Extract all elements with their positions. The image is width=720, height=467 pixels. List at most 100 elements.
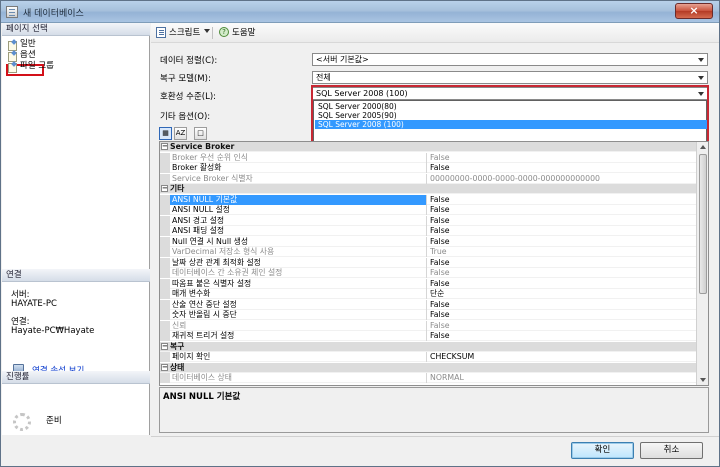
property-row[interactable]: 재귀적 트리거 설정 False	[160, 331, 696, 341]
property-name: ANSI NULL 설정	[172, 205, 230, 214]
database-icon	[6, 6, 18, 18]
page-icon	[8, 51, 17, 62]
collapse-icon[interactable]: −	[161, 363, 168, 371]
close-button[interactable]: ×	[675, 3, 713, 19]
property-row[interactable]: 데이터베이스 상태 NORMAL	[160, 373, 696, 383]
property-row[interactable]: 숫자 반올림 시 중단 False	[160, 310, 696, 320]
help-icon: ?	[219, 27, 229, 37]
property-category-row[interactable]: − 상태	[160, 362, 696, 373]
category-name: 복구	[170, 341, 185, 351]
recovery-model-select[interactable]: 전체	[312, 71, 708, 84]
description-title: ANSI NULL 기본값	[163, 392, 241, 402]
property-name: 페이지 확인	[172, 352, 211, 361]
property-row[interactable]: 날짜 상관 관계 최적화 설정 False	[160, 257, 696, 268]
property-name: ANSI NULL 기본값	[170, 194, 426, 205]
property-row[interactable]: ANSI NULL 설정 False	[160, 205, 696, 215]
help-button[interactable]: ? 도움말	[218, 26, 255, 40]
other-options-label: 기타 옵션(O):	[160, 112, 211, 122]
progress-status: 준비	[46, 416, 62, 426]
server-value: HAYATE-PC	[11, 299, 57, 309]
property-name: 따옴표 붙은 식별자 설정	[172, 278, 252, 288]
property-value[interactable]: True	[426, 247, 696, 257]
script-dropdown-icon[interactable]	[204, 29, 210, 33]
page-icon	[8, 62, 17, 73]
property-row[interactable]: Broker 우선 순위 인식 False	[160, 152, 696, 163]
page-filegroups[interactable]: 파일 그룹	[7, 61, 54, 73]
row-gutter	[160, 173, 170, 184]
property-value[interactable]: False	[426, 205, 696, 215]
property-value[interactable]: False	[426, 320, 696, 331]
ok-button[interactable]: 확인	[571, 442, 634, 459]
chevron-down-icon	[698, 76, 704, 80]
property-category-row[interactable]: − 기타	[160, 184, 696, 194]
property-value[interactable]: False	[426, 194, 696, 205]
left-navigation-pane: 페이지 선택 일반 옵션 파일 그룹 연결 서버: HAYATE-PC 연결: …	[2, 23, 150, 435]
page-options[interactable]: 옵션	[7, 50, 36, 62]
property-row[interactable]: 페이지 확인 CHECKSUM	[160, 352, 696, 362]
scroll-down-icon[interactable]	[700, 378, 706, 382]
progress-spinner-icon	[13, 413, 31, 431]
property-row[interactable]: Service Broker 식별자 00000000-0000-0000-000…	[160, 173, 696, 184]
row-gutter	[160, 320, 170, 331]
property-value[interactable]: NORMAL	[426, 373, 696, 383]
page-general[interactable]: 일반	[7, 39, 36, 51]
collapse-icon[interactable]: −	[161, 143, 168, 150]
options-page: 스크립트 ? 도움말 데이터 정렬(C): <서버 기본값> 복구 모델(M):…	[151, 23, 719, 435]
scroll-up-icon[interactable]	[700, 145, 706, 149]
property-row[interactable]: ANSI 패딩 설정 False	[160, 226, 696, 236]
scroll-thumb[interactable]	[699, 154, 707, 294]
property-pages-button[interactable]: □	[194, 127, 207, 140]
property-value[interactable]: False	[426, 257, 696, 268]
property-grid: − Service Broker Broker 우선 순위 인식 False Broke…	[159, 141, 709, 386]
window-title: 새 데이터베이스	[23, 9, 84, 19]
property-value[interactable]: False	[426, 299, 696, 310]
property-row[interactable]: 매개 변수화 단순	[160, 289, 696, 299]
property-value[interactable]: False	[426, 163, 696, 173]
categorized-view-button[interactable]: ▦	[159, 127, 172, 140]
property-value[interactable]: False	[426, 152, 696, 163]
property-row[interactable]: 따옴표 붙은 식별자 설정 False	[160, 278, 696, 289]
property-value[interactable]: False	[426, 215, 696, 226]
alphabetical-view-button[interactable]: AZ	[174, 127, 187, 140]
property-name: 데이터베이스 간 소유권 체인 설정	[172, 268, 283, 277]
title-bar[interactable]: 새 데이터베이스 ×	[1, 1, 719, 23]
property-name: 재귀적 트리거 설정	[172, 331, 235, 340]
property-value[interactable]: False	[426, 268, 696, 278]
description-panel: ANSI NULL 기본값	[159, 387, 709, 433]
property-name: Null 연결 시 Null 생성	[172, 236, 248, 246]
cancel-button[interactable]: 취소	[640, 442, 703, 459]
collapse-icon[interactable]: −	[161, 342, 168, 350]
property-row[interactable]: VarDecimal 저장소 형식 사용 True	[160, 247, 696, 257]
property-value[interactable]: False	[426, 236, 696, 247]
collation-select[interactable]: <서버 기본값>	[312, 53, 708, 66]
script-button[interactable]: 스크립트	[155, 26, 200, 40]
property-row[interactable]: ANSI NULL 기본값 False	[160, 194, 696, 205]
property-value[interactable]: CHECKSUM	[426, 352, 696, 362]
property-value[interactable]: False	[426, 310, 696, 320]
property-value[interactable]: False	[426, 331, 696, 341]
compatibility-highlight	[311, 85, 709, 148]
property-value[interactable]: False	[426, 226, 696, 236]
property-row[interactable]: 신뢰 False	[160, 320, 696, 331]
property-row[interactable]: ANSI 경고 설정 False	[160, 215, 696, 226]
property-value[interactable]: False	[426, 278, 696, 289]
page-label-filegroups: 파일 그룹	[20, 61, 54, 71]
property-category-row[interactable]: − Service Broker	[160, 142, 696, 152]
category-name: 상태	[170, 362, 185, 372]
collapse-icon[interactable]: −	[161, 185, 168, 192]
property-row[interactable]: 산술 연산 중단 설정 False	[160, 299, 696, 310]
property-row[interactable]: Broker 활성화 False	[160, 163, 696, 173]
property-row[interactable]: 데이터베이스 간 소유권 체인 설정 False	[160, 268, 696, 278]
collation-label: 데이터 정렬(C):	[160, 56, 218, 66]
row-gutter	[160, 163, 170, 173]
property-category-row[interactable]: − 복구	[160, 341, 696, 352]
property-name: Broker 우선 순위 인식	[172, 152, 248, 162]
progress-section-header: 진행률	[2, 371, 150, 384]
row-gutter	[160, 257, 170, 268]
row-gutter	[160, 278, 170, 289]
grid-scrollbar[interactable]	[696, 142, 708, 385]
property-row[interactable]: Null 연결 시 Null 생성 False	[160, 236, 696, 247]
property-value[interactable]: 단순	[426, 289, 696, 299]
property-value[interactable]: 00000000-0000-0000-0000-000000000000	[426, 173, 696, 184]
chevron-down-icon	[698, 58, 704, 62]
